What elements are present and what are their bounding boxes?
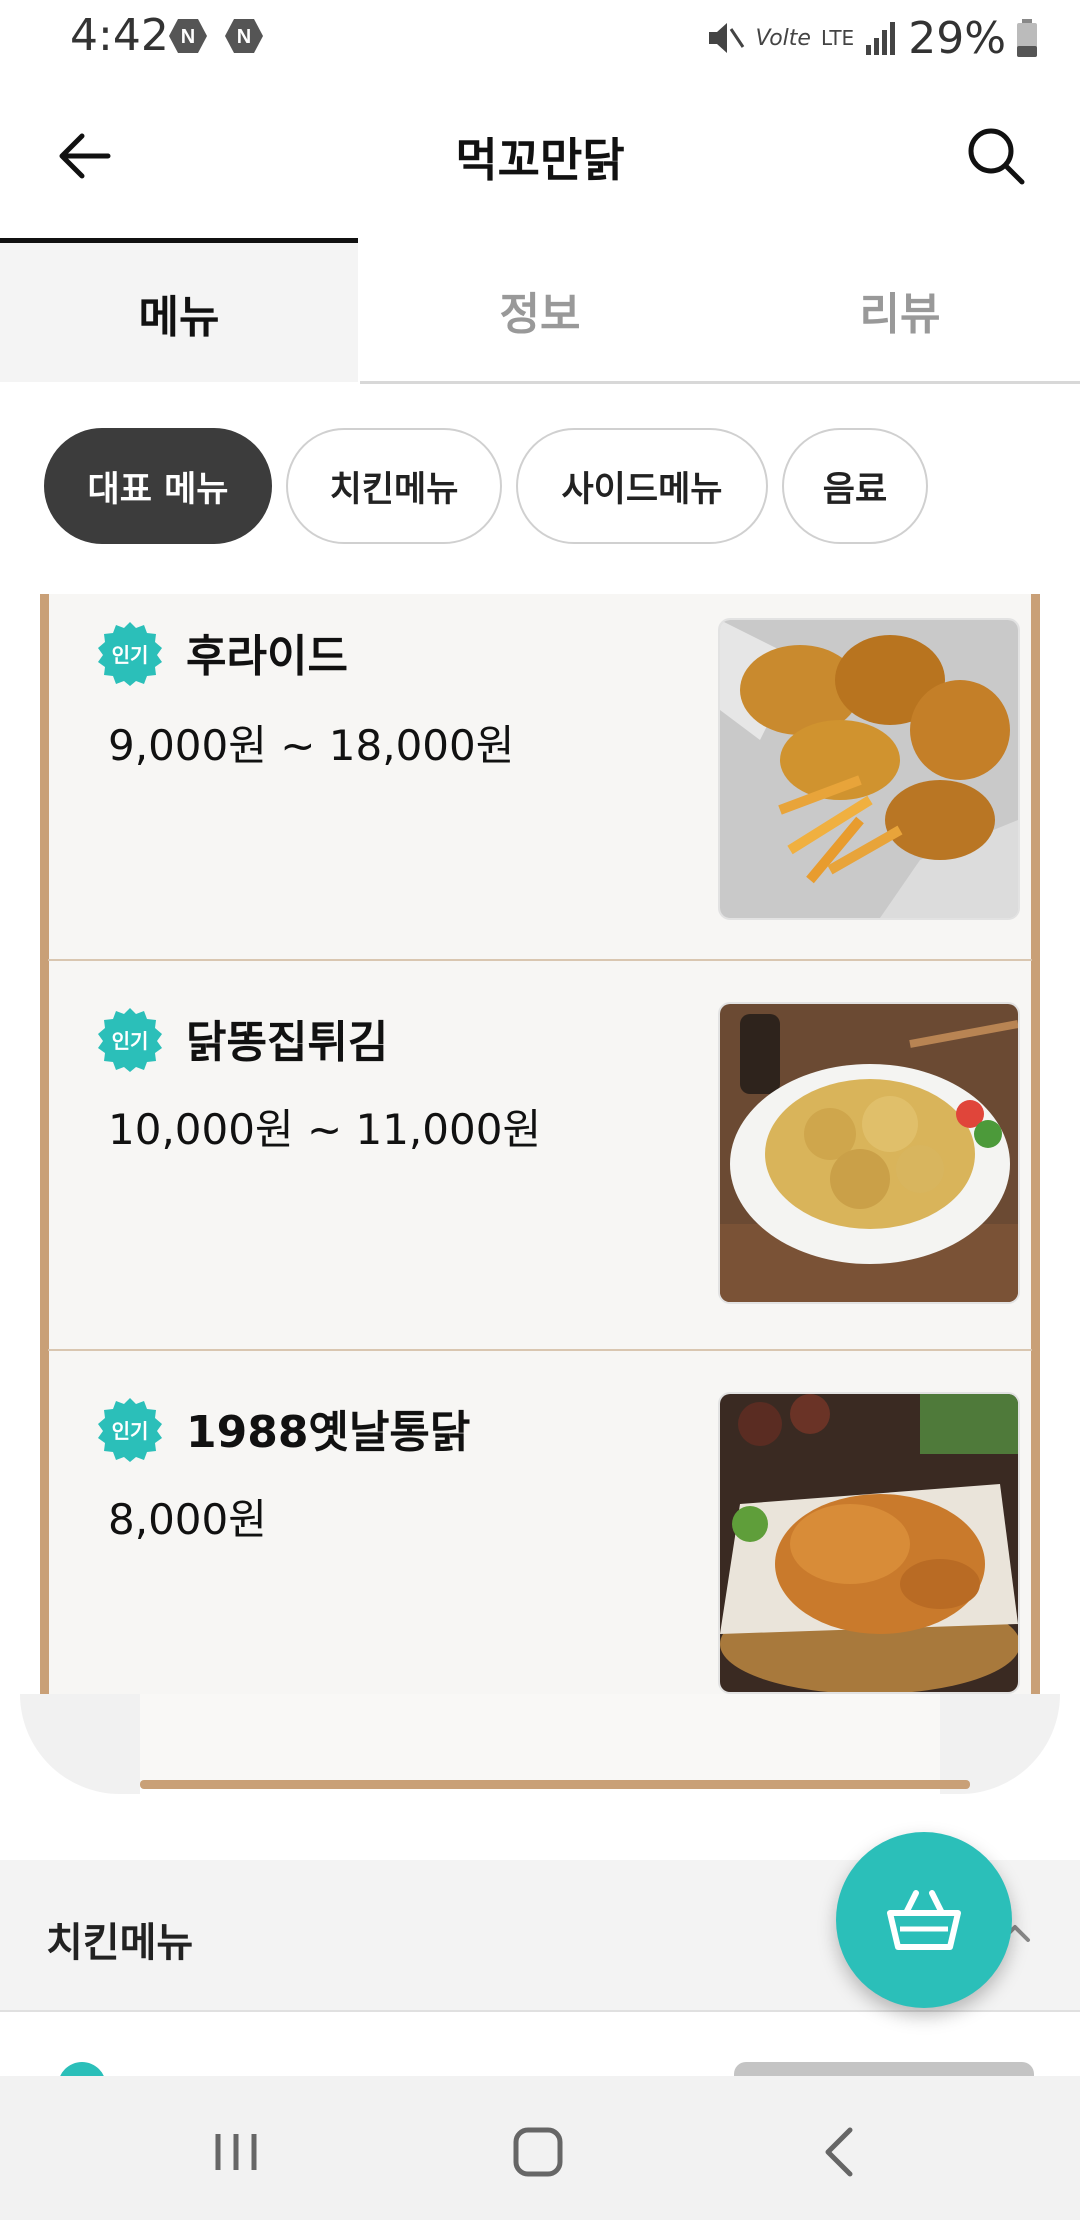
panel-bottom-rail: [140, 1780, 970, 1789]
svg-text:N: N: [181, 26, 195, 48]
chip-featured-menu[interactable]: 대표 메뉴: [44, 428, 272, 544]
menu-item-price: 9,000원 ~ 18,000원: [108, 721, 515, 770]
app-bar: 먹꼬만닭: [0, 76, 1080, 236]
volte-label: Volte: [755, 25, 811, 51]
battery-icon: [1017, 19, 1037, 57]
cart-button[interactable]: [836, 1832, 1012, 2008]
tab-divider: [360, 381, 1080, 384]
popular-badge: 인기: [98, 1008, 162, 1072]
featured-menu-panel: 인기 후라이드 9,000원 ~ 18,000원 인기 닭똥집튀김 10,000…: [20, 594, 1060, 1810]
mute-icon: [709, 23, 745, 53]
menu-item[interactable]: 인기 후라이드 9,000원 ~ 18,000원: [48, 594, 1032, 984]
fried-gizzards-plate-photo: [718, 1002, 1020, 1304]
section-title: 치킨메뉴: [46, 1920, 194, 1966]
home-icon[interactable]: [498, 2112, 578, 2192]
page-title: 먹꼬만닭: [455, 133, 625, 187]
svg-text:인기: 인기: [112, 1419, 149, 1443]
search-icon[interactable]: [956, 116, 1036, 196]
popular-badge: 인기: [98, 622, 162, 686]
menu-item[interactable]: 인기 닭똥집튀김 10,000원 ~ 11,000원: [48, 984, 1032, 1374]
shopping-basket-icon: [887, 1890, 961, 1950]
battery-percent: 29%: [908, 12, 1006, 64]
system-nav-bar: [0, 2076, 1080, 2220]
menu-item-price: 10,000원 ~ 11,000원: [108, 1105, 542, 1154]
svg-text:N: N: [237, 26, 251, 48]
signal-icon: [866, 22, 896, 55]
fried-chicken-with-fries-photo: [718, 618, 1020, 920]
svg-text:인기: 인기: [112, 1029, 149, 1053]
list-item-peek: [0, 2012, 1080, 2076]
lte-label: LTE: [820, 26, 855, 50]
tab-bar: 메뉴 정보 리뷰: [0, 238, 1080, 384]
status-bar: 4:42 N N Volte LTE 29%: [0, 0, 1080, 76]
tab-menu[interactable]: 메뉴: [0, 238, 358, 382]
item-thumbnail-peek: [734, 2062, 1034, 2076]
chip-drinks[interactable]: 음료: [782, 428, 928, 544]
item-divider: [48, 1349, 1032, 1351]
chip-side-menu[interactable]: 사이드메뉴: [516, 428, 768, 544]
tab-info[interactable]: 정보: [360, 238, 720, 382]
notification-n-icon: N: [169, 19, 207, 53]
menu-item-name: 1988옛날통닭: [186, 1407, 471, 1458]
popular-badge: 인기: [98, 1398, 162, 1462]
menu-item-name: 닭똥집튀김: [186, 1017, 389, 1068]
menu-item[interactable]: 인기 1988옛날통닭 8,000원: [48, 1374, 1032, 1764]
whole-fried-chicken-basket-photo: [718, 1392, 1020, 1694]
chip-chicken-menu[interactable]: 치킨메뉴: [286, 428, 502, 544]
item-divider: [48, 959, 1032, 961]
status-icons: Volte LTE 29%: [703, 10, 1038, 66]
notification-n-icon: N: [225, 19, 263, 53]
back-nav-icon[interactable]: [800, 2112, 880, 2192]
tab-review[interactable]: 리뷰: [720, 238, 1080, 382]
menu-item-name: 후라이드: [186, 631, 348, 682]
status-time: 4:42: [70, 10, 169, 61]
recent-apps-icon[interactable]: [196, 2112, 276, 2192]
popular-badge: [60, 2062, 104, 2076]
menu-item-price: 8,000원: [108, 1495, 267, 1544]
svg-text:인기: 인기: [112, 643, 149, 667]
